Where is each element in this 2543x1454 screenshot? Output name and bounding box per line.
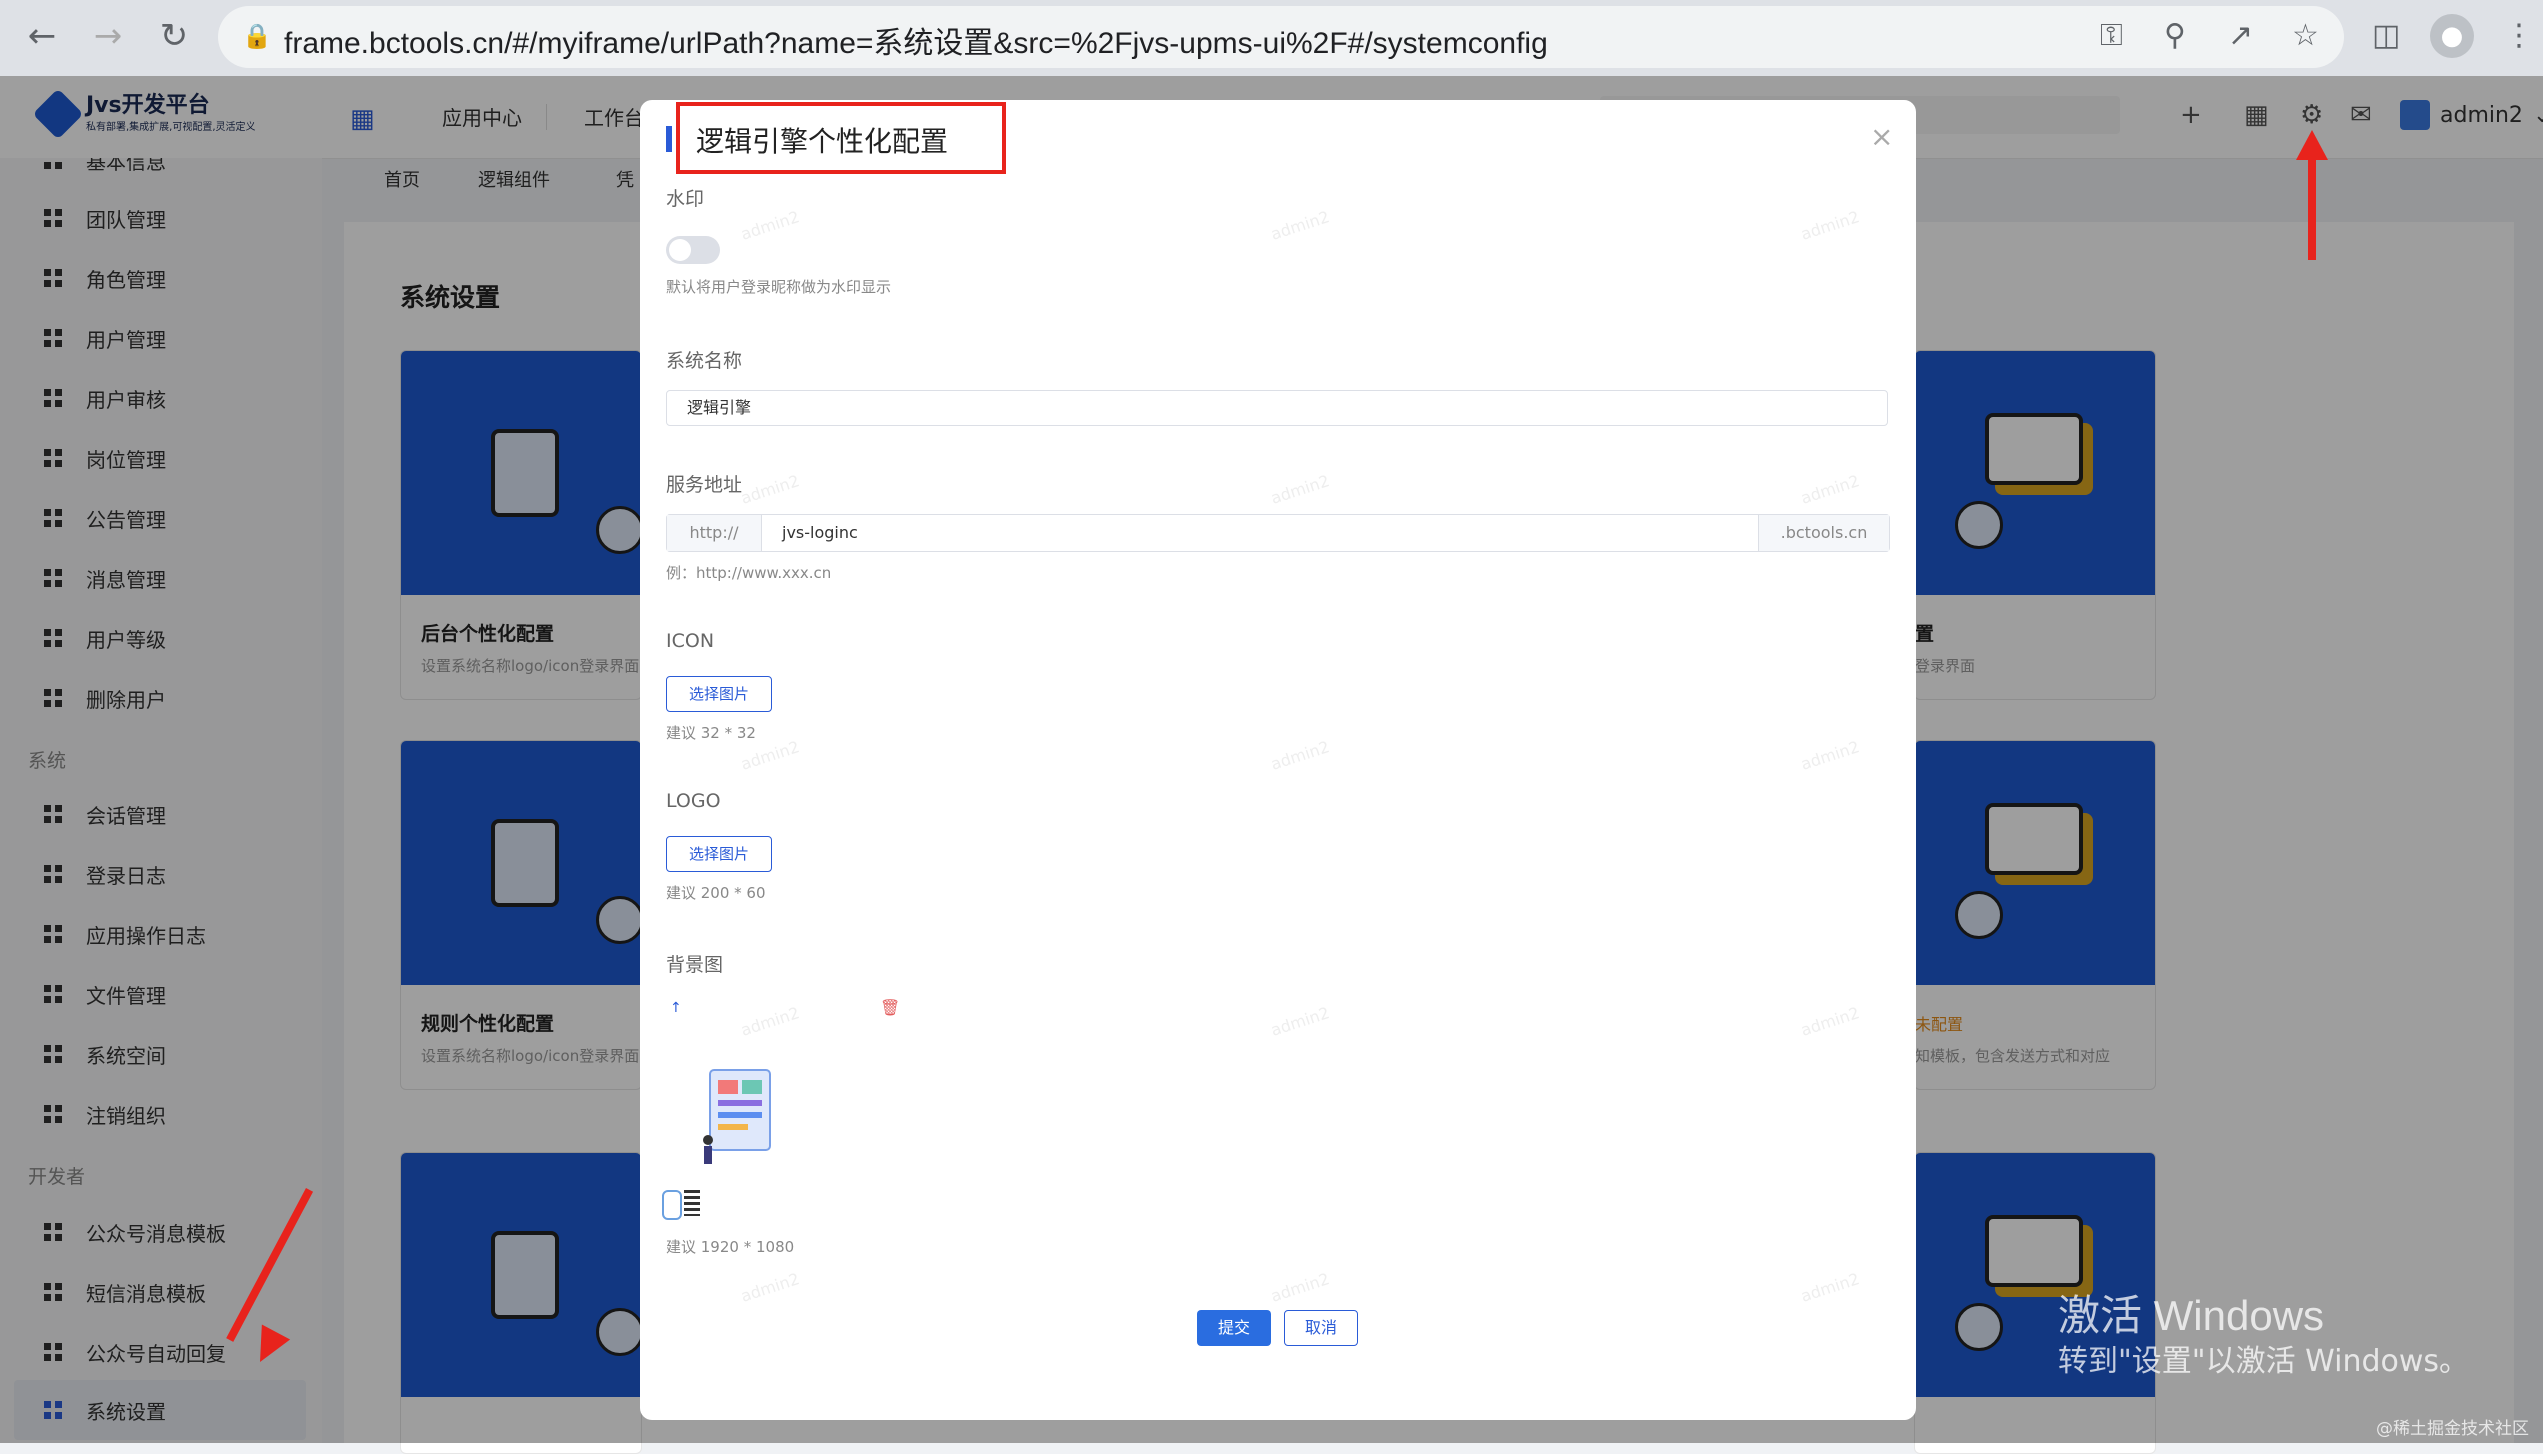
watermark-text: admin2 (1798, 1269, 1862, 1306)
forward-icon[interactable]: → (82, 10, 134, 62)
system-name-label: 系统名称 (666, 350, 743, 372)
annotation-highlight-box (676, 102, 1006, 174)
sidepanel-icon[interactable]: ◫ (2372, 18, 2400, 54)
key-icon[interactable]: ⚿ (2100, 18, 2123, 54)
background-image-thumbnail (703, 1069, 771, 1164)
watermark-hint: 默认将用户登录昵称做为水印显示 (666, 278, 892, 296)
url-text[interactable]: frame.bctools.cn/#/myiframe/urlPath?name… (284, 18, 1548, 62)
service-address-group: http:// jvs-loginc .bctools.cn (666, 514, 1890, 552)
reload-icon[interactable]: ↻ (148, 10, 200, 62)
delete-trash-icon[interactable]: 🗑 (880, 998, 900, 1017)
browser-chrome: ← → ↻ 🔒 frame.bctools.cn/#/myiframe/urlP… (0, 0, 2543, 76)
watermark-text: admin2 (1798, 1003, 1862, 1040)
preview-thumb-2[interactable] (684, 1190, 700, 1216)
title-accent-bar (666, 126, 672, 152)
system-name-input[interactable]: 逻辑引擎 (666, 390, 1888, 426)
cancel-button[interactable]: 取消 (1284, 1310, 1358, 1346)
share-icon[interactable]: ↗ (2228, 18, 2253, 54)
service-prefix: http:// (667, 515, 762, 551)
bookmark-star-icon[interactable]: ☆ (2292, 18, 2319, 54)
watermark-text: admin2 (1798, 737, 1862, 774)
background-size-hint: 建议 1920 * 1080 (666, 1238, 795, 1256)
service-example-hint: 例：http://www.xxx.cn (666, 564, 832, 582)
watermark-text: admin2 (1268, 207, 1332, 244)
watermark-text: admin2 (738, 471, 802, 508)
logo-size-hint: 建议 200 * 60 (666, 884, 766, 902)
service-address-label: 服务地址 (666, 474, 743, 496)
close-icon[interactable]: × (1870, 120, 1893, 153)
preview-thumb-1[interactable] (662, 1190, 682, 1220)
watermark-label: 水印 (666, 188, 705, 210)
lock-icon: 🔒 (242, 22, 272, 50)
watermark-toggle[interactable] (666, 236, 720, 264)
profile-avatar-icon[interactable]: ● (2430, 14, 2474, 58)
logo-choose-image-button[interactable]: 选择图片 (666, 836, 772, 872)
icon-label: ICON (666, 630, 715, 652)
upload-icon[interactable]: ↑ (670, 1000, 682, 1016)
watermark-text: admin2 (1268, 471, 1332, 508)
watermark-text: admin2 (1798, 471, 1862, 508)
watermark-text: admin2 (1798, 207, 1862, 244)
address-bar[interactable]: 🔒 frame.bctools.cn/#/myiframe/urlPath?na… (218, 6, 2344, 68)
watermark-text: admin2 (1268, 737, 1332, 774)
annotation-arrowhead-gear (2296, 130, 2328, 160)
watermark-text: admin2 (738, 1269, 802, 1306)
submit-button[interactable]: 提交 (1197, 1310, 1271, 1346)
watermark-text: admin2 (738, 207, 802, 244)
annotation-arrow-gear (2308, 150, 2316, 260)
watermark-text: admin2 (738, 1003, 802, 1040)
toggle-knob (669, 239, 691, 261)
background-label: 背景图 (666, 954, 724, 976)
windows-activate-title: 激活 Windows (2058, 1292, 2325, 1339)
icon-size-hint: 建议 32 * 32 (666, 724, 756, 742)
browser-menu-icon[interactable]: ⋮ (2504, 18, 2534, 54)
image-credit: @稀土掘金技术社区 (2376, 1419, 2529, 1439)
service-suffix: .bctools.cn (1758, 515, 1889, 551)
watermark-text: admin2 (1268, 1003, 1332, 1040)
zoom-icon[interactable]: ⚲ (2164, 18, 2186, 54)
service-address-input[interactable]: jvs-loginc (762, 515, 1758, 551)
logo-label: LOGO (666, 790, 721, 812)
back-icon[interactable]: ← (16, 10, 68, 62)
icon-choose-image-button[interactable]: 选择图片 (666, 676, 772, 712)
windows-activate-subtitle: 转到"设置"以激活 Windows。 (2058, 1344, 2470, 1379)
watermark-text: admin2 (1268, 1269, 1332, 1306)
config-modal: admin2 admin2 admin2 admin2 admin2 admin… (640, 100, 1916, 1420)
